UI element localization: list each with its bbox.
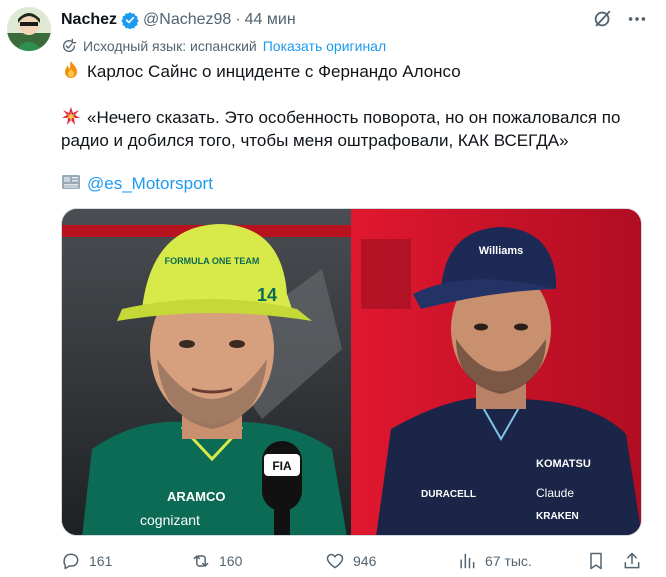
- reply-count: 161: [89, 553, 113, 569]
- cap-number-text: 14: [257, 285, 277, 305]
- tweet-text-line-2: «Нечего сказать. Это особенность поворот…: [61, 106, 620, 130]
- sponsor-cognizant: cognizant: [140, 512, 200, 528]
- reply-icon: [63, 553, 79, 570]
- repost-icon: [193, 555, 209, 567]
- translation-row: Исходный язык: испанский Показать оригин…: [61, 37, 386, 55]
- cap-team-text: FORMULA ONE TEAM: [165, 256, 260, 266]
- tweet-text-1: Карлос Сайнс о инциденте с Фернандо Алон…: [87, 62, 461, 81]
- translate-icon: [63, 38, 77, 52]
- verified-badge-icon: [121, 12, 139, 29]
- translation-note: Исходный язык: испанский: [83, 38, 257, 54]
- share-button[interactable]: [622, 551, 642, 571]
- reply-button[interactable]: 161: [61, 551, 112, 571]
- repost-button[interactable]: 160: [191, 551, 242, 571]
- sponsor-duracell: DURACELL: [421, 489, 476, 500]
- fire-emoji-icon: [65, 61, 77, 78]
- tweet-text-line-3: радио и добился того, чтобы меня оштрафо…: [61, 129, 569, 153]
- mic-fia-text: FIA: [272, 459, 292, 473]
- bookmark-icon: [590, 552, 602, 570]
- tweet-actions-bar: 161 160 946 67 тыс.: [61, 550, 646, 572]
- heart-icon: [326, 553, 344, 569]
- repost-count: 160: [219, 553, 243, 569]
- avatar-image: [7, 7, 51, 51]
- sponsor-komatsu: KOMATSU: [536, 458, 591, 470]
- sponsor-aramco-left: ARAMCO: [167, 489, 226, 504]
- tweet-media[interactable]: FORMULA ONE TEAM 14 ARAMCO cognizant FIA: [61, 208, 642, 536]
- author-handle[interactable]: @Nachez98: [143, 11, 231, 29]
- tweet-text-3: радио и добился того, чтобы меня оштрафо…: [61, 131, 569, 150]
- photo-sainz[interactable]: Williams KOMATSU DURACELL Claude KRAKEN: [351, 209, 641, 535]
- photo-alonso[interactable]: FORMULA ONE TEAM 14 ARAMCO cognizant FIA: [62, 209, 351, 535]
- tweet-text-line-1: Карлос Сайнс о инциденте с Фернандо Алон…: [61, 60, 461, 84]
- sponsor-claude: Claude: [536, 486, 574, 500]
- newspaper-emoji-icon: [62, 175, 80, 189]
- tweet-top-actions: [592, 8, 648, 30]
- views-count: 67 тыс.: [485, 553, 532, 569]
- analytics-icon: [460, 553, 475, 569]
- collision-emoji-icon: [62, 107, 80, 125]
- author-avatar[interactable]: [7, 7, 51, 51]
- tweet-source-line: @es_Motorsport: [61, 172, 213, 196]
- author-name[interactable]: Nachez: [61, 11, 117, 29]
- sponsor-kraken: KRAKEN: [536, 511, 579, 522]
- sainz-photo-image: Williams KOMATSU DURACELL Claude KRAKEN: [351, 209, 641, 535]
- like-button[interactable]: 946: [325, 551, 376, 571]
- show-original-link[interactable]: Показать оригинал: [263, 38, 386, 54]
- separator-dot: ·: [235, 11, 241, 28]
- tweet-header: Nachez @Nachez98 · 44 мин: [61, 10, 296, 30]
- share-icon: [624, 552, 640, 569]
- views-button[interactable]: 67 тыс.: [457, 551, 532, 571]
- tweet-text-2: «Нечего сказать. Это особенность поворот…: [87, 108, 621, 127]
- alonso-photo-image: FORMULA ONE TEAM 14 ARAMCO cognizant FIA: [62, 209, 351, 535]
- cap-williams-text: Williams: [479, 245, 524, 257]
- tweet-timestamp[interactable]: 44 мин: [245, 11, 296, 29]
- source-mention-link[interactable]: @es_Motorsport: [87, 174, 213, 193]
- like-count: 946: [353, 553, 377, 569]
- more-options-icon[interactable]: [626, 8, 648, 30]
- bookmark-button[interactable]: [586, 551, 606, 571]
- grok-icon[interactable]: [592, 8, 614, 30]
